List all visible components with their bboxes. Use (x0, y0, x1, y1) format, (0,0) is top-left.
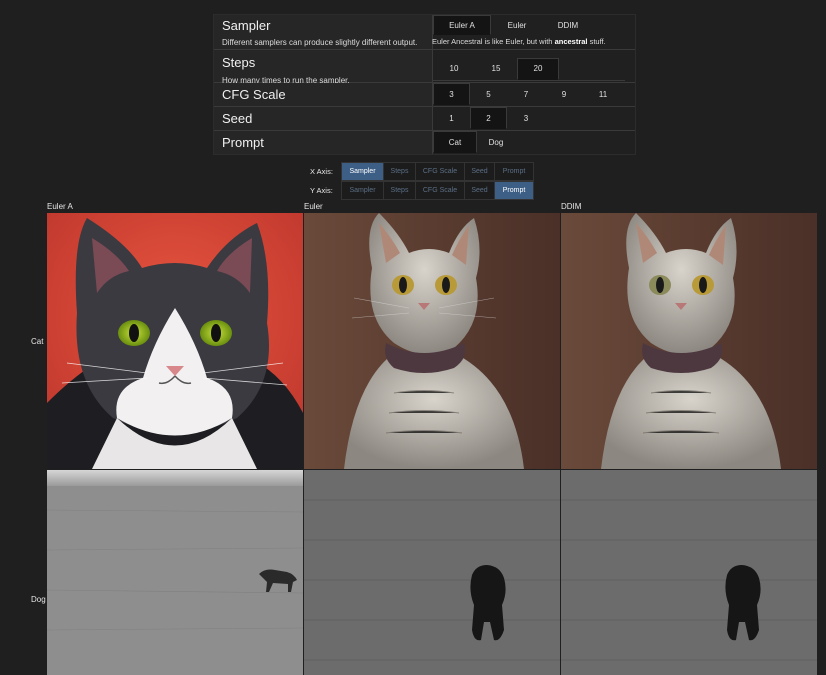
tuxedo-cat-painting (47, 213, 303, 469)
option-steps-15[interactable]: 15 (475, 58, 517, 80)
option-steps-10[interactable]: 10 (433, 58, 475, 80)
param-name: Sampler (222, 18, 271, 33)
axis-selectors: X Axis: Sampler Steps CFG Scale Seed Pro… (310, 162, 534, 200)
image-dog-euler-a[interactable] (47, 470, 303, 675)
option-seed-1[interactable]: 1 (433, 107, 470, 129)
sampler-note: Euler Ancestral is like Euler, but with … (432, 37, 606, 46)
option-prompt-dog[interactable]: Dog (477, 131, 515, 153)
y-axis-row: Y Axis: Sampler Steps CFG Scale Seed Pro… (310, 181, 534, 200)
option-euler-a[interactable]: Euler A (433, 15, 491, 35)
image-cat-ddim[interactable] (561, 213, 817, 469)
parameter-table: Sampler Different samplers can produce s… (213, 14, 636, 155)
param-name: Steps (222, 55, 256, 70)
param-row-prompt: Prompt Cat Dog (214, 131, 635, 154)
param-name: Prompt (222, 135, 264, 150)
option-steps-20[interactable]: 20 (517, 58, 559, 80)
tabby-cat-photo (561, 213, 817, 469)
option-cfg-3[interactable]: 3 (433, 83, 470, 105)
dog-in-field (561, 470, 817, 675)
x-axis-prompt-button[interactable]: Prompt (495, 163, 533, 180)
column-label-euler-a: Euler A (47, 202, 73, 211)
image-cat-euler[interactable] (304, 213, 560, 469)
y-axis-seed-button[interactable]: Seed (465, 182, 495, 199)
x-axis-steps-button[interactable]: Steps (384, 163, 416, 180)
param-row-seed: Seed 1 2 3 (214, 107, 635, 131)
option-seed-2[interactable]: 2 (470, 107, 507, 129)
y-axis-sampler-button[interactable]: Sampler (342, 182, 384, 199)
y-axis-label: Y Axis: (310, 186, 333, 195)
x-axis-label: X Axis: (310, 167, 333, 176)
image-dog-euler[interactable] (304, 470, 560, 675)
param-row-sampler: Sampler Different samplers can produce s… (214, 15, 635, 50)
param-description: Different samplers can produce slightly … (222, 38, 418, 47)
param-name: Seed (222, 111, 253, 126)
dog-in-field (304, 470, 560, 675)
param-row-steps: Steps How many times to run the sampler.… (214, 50, 635, 85)
x-axis-cfg-scale-button[interactable]: CFG Scale (416, 163, 465, 180)
row-label-dog: Dog (31, 595, 46, 604)
y-axis-steps-button[interactable]: Steps (384, 182, 416, 199)
option-ddim[interactable]: DDIM (543, 15, 593, 35)
param-row-cfg-scale: CFG Scale 3 5 7 9 11 (214, 83, 635, 107)
option-seed-3[interactable]: 3 (507, 107, 545, 129)
option-prompt-cat[interactable]: Cat (433, 131, 477, 153)
row-label-cat: Cat (31, 337, 44, 346)
option-cfg-9[interactable]: 9 (545, 83, 583, 105)
x-axis-sampler-button[interactable]: Sampler (342, 163, 384, 180)
image-dog-ddim[interactable] (561, 470, 817, 675)
param-name: CFG Scale (222, 87, 286, 102)
option-euler[interactable]: Euler (491, 15, 543, 35)
column-label-euler: Euler (304, 202, 323, 211)
tabby-cat-photo (304, 213, 560, 469)
x-axis-row: X Axis: Sampler Steps CFG Scale Seed Pro… (310, 162, 534, 181)
x-axis-seed-button[interactable]: Seed (465, 163, 495, 180)
option-cfg-11[interactable]: 11 (583, 83, 623, 105)
dog-in-field (47, 470, 303, 675)
option-cfg-5[interactable]: 5 (470, 83, 507, 105)
image-cat-euler-a[interactable] (47, 213, 303, 469)
option-cfg-7[interactable]: 7 (507, 83, 545, 105)
y-axis-cfg-scale-button[interactable]: CFG Scale (416, 182, 465, 199)
y-axis-prompt-button[interactable]: Prompt (495, 182, 533, 199)
y-axis-buttons: Sampler Steps CFG Scale Seed Prompt (341, 181, 534, 200)
x-axis-buttons: Sampler Steps CFG Scale Seed Prompt (341, 162, 534, 181)
column-label-ddim: DDIM (561, 202, 582, 211)
